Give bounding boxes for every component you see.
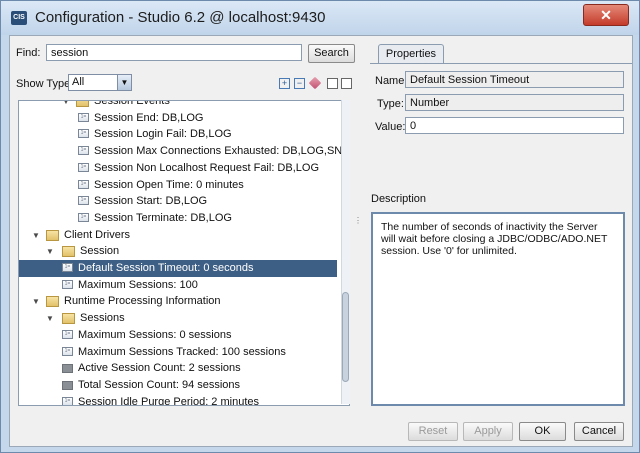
eraser-icon[interactable]	[308, 76, 322, 90]
tree-row[interactable]: ▼ Sessions	[19, 310, 337, 327]
tree-row[interactable]: Total Session Count: 94 sessions	[19, 377, 337, 394]
tree-row-label: Session End: DB,LOG	[94, 111, 204, 124]
tree-row-label: Session Login Fail: DB,LOG	[94, 128, 232, 141]
tree-row-label: Session Open Time: 0 minutes	[94, 178, 244, 191]
folder-icon	[62, 313, 75, 325]
find-input[interactable]: session	[46, 44, 302, 61]
tree-row[interactable]: ▼ Client Drivers	[19, 227, 337, 244]
tree-row[interactable]: 1= Session End: DB,LOG	[19, 110, 337, 127]
configuration-window: CIS Configuration - Studio 6.2 @ localho…	[0, 0, 640, 453]
expand-toggle-icon[interactable]: ▼	[62, 101, 70, 110]
title-bar[interactable]: CIS Configuration - Studio 6.2 @ localho…	[1, 1, 639, 35]
tree-row[interactable]: 1= Session Open Time: 0 minutes	[19, 177, 337, 194]
setting-value-icon: 1=	[78, 196, 89, 206]
tab-divider	[370, 63, 632, 64]
show-type-value: All	[72, 76, 85, 88]
tree-row-label: Session Max Connections Exhausted: DB,LO…	[94, 145, 350, 158]
setting-value-icon: 1=	[62, 279, 73, 289]
readonly-value-icon	[62, 364, 73, 374]
ok-button[interactable]: OK	[519, 422, 566, 441]
find-label: Find:	[16, 47, 41, 59]
scrollbar-thumb[interactable]	[342, 292, 349, 382]
readonly-value-icon	[62, 380, 73, 390]
main-panel: Find: session Search Show Type: All ▼ + …	[9, 35, 633, 415]
button-bar: Reset Apply OK Cancel	[9, 413, 633, 447]
setting-value-icon: 1=	[78, 179, 89, 189]
name-field: Default Session Timeout	[405, 71, 624, 88]
show-type-select[interactable]: All ▼	[68, 74, 132, 91]
expand-toggle-icon[interactable]: ▼	[46, 243, 54, 260]
tree-row[interactable]: 1= Maximum Sessions Tracked: 100 sessions	[19, 344, 337, 361]
reset-button[interactable]: Reset	[408, 422, 458, 441]
tree-row-label: Runtime Processing Information	[64, 295, 221, 308]
expand-icon[interactable]: +	[279, 78, 290, 89]
type-label: Type:	[377, 98, 404, 110]
tree-row[interactable]: 1= Session Start: DB,LOG	[19, 193, 337, 210]
setting-value-icon: 1=	[78, 162, 89, 172]
tree-row-label: Default Session Timeout: 0 seconds	[78, 262, 254, 274]
setting-value-icon: 1=	[78, 129, 89, 139]
expand-toggle-icon[interactable]: ▼	[46, 310, 54, 327]
setting-value-icon: 1=	[62, 329, 73, 339]
tree-row-label: Total Session Count: 94 sessions	[78, 378, 241, 391]
tree-row-label: Session Start: DB,LOG	[94, 195, 208, 208]
collapse-icon[interactable]: −	[294, 78, 305, 89]
tree-row[interactable]: 1= Session Terminate: DB,LOG	[19, 210, 337, 227]
tree-scrollbar[interactable]	[341, 100, 350, 404]
tree-row[interactable]: ▼ Session Events	[19, 100, 337, 110]
apply-button[interactable]: Apply	[463, 422, 513, 441]
tree-row[interactable]: 1= Maximum Sessions: 0 sessions	[19, 327, 337, 344]
folder-icon	[46, 229, 59, 241]
tree-row[interactable]: 1= Session Non Localhost Request Fail: DB…	[19, 160, 337, 177]
checkbox-a-icon[interactable]	[327, 78, 338, 89]
tree-row[interactable]: 1= Session Login Fail: DB,LOG	[19, 126, 337, 143]
tree-row-label: Sessions	[80, 312, 125, 325]
value-field[interactable]: 0	[405, 117, 624, 134]
tree-row-label: Session Terminate: DB,LOG	[94, 211, 232, 224]
tree-row[interactable]: 1= Session Idle Purge Period: 2 minutes	[19, 394, 337, 406]
tree-row-label: Maximum Sessions: 0 sessions	[78, 328, 232, 341]
setting-value-icon: 1=	[78, 146, 89, 156]
close-button[interactable]: ✕	[583, 4, 629, 26]
chevron-down-icon[interactable]: ▼	[117, 75, 131, 90]
tree-row-label: Client Drivers	[64, 228, 131, 241]
tree-row[interactable]: ▼ Session	[19, 243, 337, 260]
tree-row-label: Session Idle Purge Period: 2 minutes	[78, 395, 259, 406]
tree-row-label: Session	[80, 245, 120, 258]
setting-value-icon: 1=	[62, 396, 73, 405]
folder-icon	[76, 101, 89, 107]
splitter-grip-icon[interactable]: ⋮	[354, 216, 362, 225]
configuration-tree[interactable]: ▼ Session Events 1= Session End: DB,LOG 1= Se…	[18, 100, 350, 406]
tree-row[interactable]: 1= Maximum Sessions: 100	[19, 277, 337, 294]
tree-row-label: Active Session Count: 2 sessions	[78, 362, 241, 375]
expand-toggle-icon[interactable]: ▼	[32, 227, 40, 244]
app-icon: CIS	[11, 11, 27, 25]
tree-row-label: Session Non Localhost Request Fail: DB,L…	[94, 161, 320, 174]
window-title: Configuration - Studio 6.2 @ localhost:9…	[35, 9, 326, 26]
description-label: Description	[371, 193, 427, 205]
cancel-button[interactable]: Cancel	[574, 422, 624, 441]
tree-row[interactable]: 1= Session Max Connections Exhausted: DB,…	[19, 143, 349, 160]
tree-row-label: Session Events	[94, 100, 170, 107]
folder-icon	[46, 296, 59, 308]
expand-toggle-icon[interactable]: ▼	[32, 293, 40, 310]
name-label: Name:	[375, 75, 408, 87]
tree-row-label: Maximum Sessions: 100	[78, 278, 198, 291]
folder-icon	[62, 246, 75, 258]
tree-row[interactable]: Active Session Count: 2 sessions	[19, 360, 337, 377]
tree-row[interactable]: ▼ Runtime Processing Information	[19, 293, 337, 310]
setting-value-icon: 1=	[78, 212, 89, 222]
tree-row-selected[interactable]: 1= Default Session Timeout: 0 seconds	[19, 260, 337, 277]
value-label: Value:	[375, 121, 406, 133]
show-type-label: Show Type:	[16, 78, 74, 90]
type-field: Number	[405, 94, 624, 111]
tab-properties[interactable]: Properties	[378, 44, 444, 64]
checkbox-b-icon[interactable]	[341, 78, 352, 89]
setting-value-icon: 1=	[62, 263, 73, 272]
setting-value-icon: 1=	[78, 112, 89, 122]
search-button[interactable]: Search	[308, 44, 355, 63]
setting-value-icon: 1=	[62, 346, 73, 356]
tree-row-label: Maximum Sessions Tracked: 100 sessions	[78, 345, 286, 358]
description-box: The number of seconds of inactivity the …	[371, 212, 625, 406]
